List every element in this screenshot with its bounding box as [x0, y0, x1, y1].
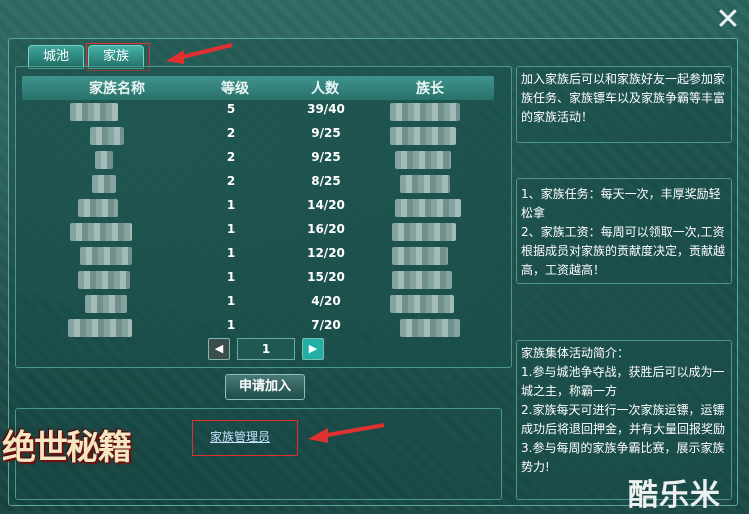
- prev-page-button[interactable]: ◀: [208, 338, 230, 360]
- level-cell: 2: [226, 126, 236, 140]
- activity-title: 家族集体活动简介：: [521, 346, 630, 360]
- level-cell: 1: [226, 270, 236, 284]
- family-name-cell: [92, 175, 116, 193]
- close-icon[interactable]: ✕: [714, 5, 742, 35]
- intro-text: 加入家族后可以和家族好友一起参加家族任务、家族镖车以及家族争霸等丰富的家族活动！: [521, 72, 726, 124]
- leader-cell: [395, 199, 461, 217]
- family-name-cell: [68, 319, 132, 337]
- leader-cell: [390, 103, 460, 121]
- task-text: 1、家族任务：每天一次，丰厚奖励轻松拿: [521, 187, 721, 220]
- leader-cell: [400, 175, 450, 193]
- members-cell: 9/25: [311, 150, 341, 164]
- arrow-icon: [166, 43, 233, 64]
- activity-2: 2.家族每天可进行一次家族运镖，运镖成功后将退回押金，并有大量回报奖励: [521, 403, 726, 436]
- header-members: 人数: [311, 81, 339, 97]
- game-logo: 绝世秘籍: [2, 428, 132, 468]
- members-cell: 12/20: [307, 246, 345, 260]
- members-cell: 4/20: [311, 294, 341, 308]
- level-cell: 5: [226, 102, 236, 116]
- activity-1: 1.参与城池争夺战，获胜后可以成为一城之主，称霸一方: [521, 365, 725, 398]
- leader-cell: [400, 319, 460, 337]
- family-name-cell: [70, 223, 132, 241]
- members-cell: 9/25: [311, 126, 341, 140]
- apply-join-button[interactable]: 申请加入: [225, 374, 305, 400]
- header-level: 等级: [221, 81, 249, 97]
- level-cell: 1: [226, 198, 236, 212]
- level-cell: 2: [226, 174, 236, 188]
- header-name: 家族名称: [89, 81, 145, 97]
- level-cell: 1: [226, 294, 236, 308]
- salary-text: 2、家族工资：每周可以领取一次,工资根据成员对家族的贡献度决定，贡献越高，工资越…: [521, 225, 726, 277]
- family-name-cell: [90, 127, 124, 145]
- members-cell: 16/20: [307, 222, 345, 236]
- next-page-button[interactable]: ▶: [302, 338, 324, 360]
- level-cell: 2: [226, 150, 236, 164]
- leader-cell: [392, 247, 448, 265]
- family-name-cell: [95, 151, 113, 169]
- family-name-cell: [80, 247, 132, 265]
- family-name-cell: [85, 295, 127, 313]
- leader-cell: [392, 223, 456, 241]
- leader-cell: [390, 295, 454, 313]
- family-name-cell: [70, 103, 118, 121]
- members-cell: 15/20: [307, 270, 345, 284]
- members-cell: 14/20: [307, 198, 345, 212]
- members-cell: 8/25: [311, 174, 341, 188]
- members-cell: 7/20: [311, 318, 341, 332]
- benefits-box: 1、家族任务：每天一次，丰厚奖励轻松拿 2、家族工资：每周可以领取一次,工资根据…: [516, 178, 732, 284]
- level-cell: 1: [226, 318, 236, 332]
- page-number-field[interactable]: 1: [237, 338, 295, 360]
- manager-highlight: [192, 420, 298, 456]
- leader-cell: [390, 127, 456, 145]
- members-cell: 39/40: [307, 102, 345, 116]
- level-cell: 1: [226, 246, 236, 260]
- arrow-icon: [308, 423, 385, 443]
- leader-cell: [392, 271, 452, 289]
- family-name-cell: [78, 271, 130, 289]
- level-cell: 1: [226, 222, 236, 236]
- family-name-cell: [78, 199, 118, 217]
- watermark: 酷乐米: [628, 478, 721, 513]
- intro-box: 加入家族后可以和家族好友一起参加家族任务、家族镖车以及家族争霸等丰富的家族活动！: [516, 66, 732, 143]
- header-leader: 族长: [416, 81, 444, 97]
- leader-cell: [395, 151, 451, 169]
